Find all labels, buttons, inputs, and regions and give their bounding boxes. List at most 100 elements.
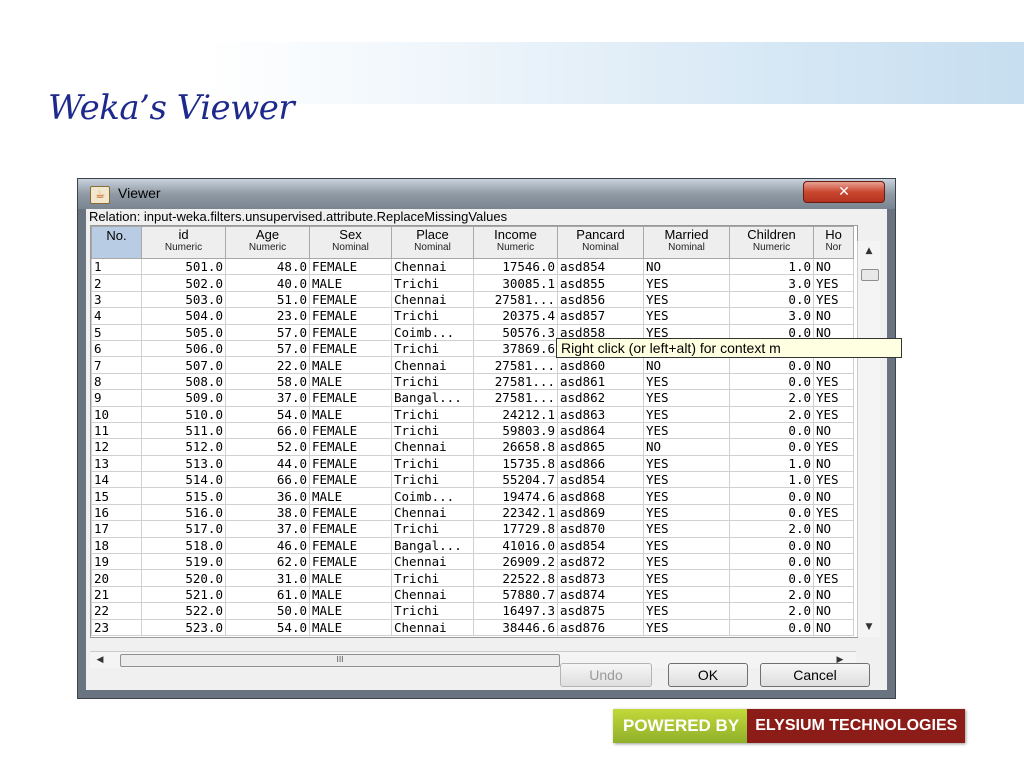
table-cell[interactable]: Trichi — [391, 274, 474, 292]
table-cell[interactable]: 22.0 — [225, 356, 310, 374]
table-cell[interactable]: asd870 — [557, 520, 644, 538]
table-cell[interactable]: FEMALE — [309, 421, 392, 440]
table-cell[interactable]: NO — [813, 520, 854, 538]
table-cell[interactable]: 27581... — [473, 372, 558, 391]
table-cell[interactable]: 513.0 — [141, 454, 226, 473]
table-row[interactable]: 4 504.0 23.0 FEMALE Trichi 20375.4 asd857 YES 3.… — [91, 307, 854, 325]
table-cell[interactable]: 0.0 — [729, 503, 814, 522]
table-cell[interactable]: 13 — [91, 454, 142, 473]
table-cell[interactable]: YES — [813, 471, 854, 489]
table-cell[interactable]: 503.0 — [141, 290, 226, 309]
table-cell[interactable]: 44.0 — [225, 454, 310, 473]
table-row[interactable]: 1 501.0 48.0 FEMALE Chennai 17546.0 asd854 NO 1.… — [91, 257, 854, 276]
table-cell[interactable]: YES — [643, 405, 730, 423]
table-cell[interactable]: 3 — [91, 290, 142, 309]
table-cell[interactable]: 57880.7 — [473, 585, 558, 604]
table-cell[interactable]: 0.0 — [729, 569, 814, 587]
table-cell[interactable]: 0.0 — [729, 356, 814, 374]
table-row[interactable]: 13 513.0 44.0 FEMALE Trichi 15735.8 asd866 YES 1… — [91, 454, 854, 473]
column-header[interactable]: Sex Nominal — [309, 226, 392, 259]
table-cell[interactable]: MALE — [309, 585, 392, 604]
table-cell[interactable]: 20 — [91, 569, 142, 587]
table-row[interactable]: 9 509.0 37.0 FEMALE Bangal... 27581... asd862 Y… — [91, 389, 854, 407]
table-cell[interactable]: Trichi — [391, 602, 474, 620]
table-row[interactable]: 14 514.0 66.0 FEMALE Trichi 55204.7 asd854 YES 1… — [91, 471, 854, 489]
table-cell[interactable]: FEMALE — [309, 553, 392, 571]
table-cell[interactable]: 36.0 — [225, 487, 310, 505]
table-row[interactable]: 11 511.0 66.0 FEMALE Trichi 59803.9 asd864 YES 0… — [91, 421, 854, 440]
vertical-scrollbar[interactable]: ▲ ▼ — [857, 241, 880, 637]
table-cell[interactable]: 55204.7 — [473, 471, 558, 489]
table-cell[interactable]: MALE — [309, 569, 392, 587]
table-cell[interactable]: 3.0 — [729, 274, 814, 292]
table-cell[interactable]: 46.0 — [225, 536, 310, 555]
table-cell[interactable]: YES — [813, 569, 854, 587]
table-cell[interactable]: FEMALE — [309, 290, 392, 309]
table-cell[interactable]: Bangal... — [391, 389, 474, 407]
table-cell[interactable]: YES — [643, 421, 730, 440]
table-cell[interactable]: YES — [813, 389, 854, 407]
table-cell[interactable]: FEMALE — [309, 323, 392, 341]
table-row[interactable]: 8 508.0 58.0 MALE Trichi 27581... asd861 YES 0.0… — [91, 372, 854, 391]
table-cell[interactable]: asd861 — [557, 372, 644, 391]
column-header[interactable]: No. — [91, 226, 142, 259]
table-cell[interactable]: 512.0 — [141, 438, 226, 456]
table-cell[interactable]: NO — [813, 454, 854, 473]
table-cell[interactable]: 23.0 — [225, 307, 310, 325]
table-cell[interactable]: 57.0 — [225, 339, 310, 358]
table-cell[interactable]: 507.0 — [141, 356, 226, 374]
table-cell[interactable]: FEMALE — [309, 454, 392, 473]
table-cell[interactable]: 7 — [91, 356, 142, 374]
table-cell[interactable]: 41016.0 — [473, 536, 558, 555]
table-cell[interactable]: 14 — [91, 471, 142, 489]
table-cell[interactable]: 54.0 — [225, 618, 310, 636]
table-row[interactable]: 12 512.0 52.0 FEMALE Chennai 26658.8 asd865 NO 0… — [91, 438, 854, 456]
table-cell[interactable]: 0.0 — [729, 290, 814, 309]
table-cell[interactable]: asd856 — [557, 290, 644, 309]
table-cell[interactable]: 2.0 — [729, 520, 814, 538]
table-cell[interactable]: MALE — [309, 372, 392, 391]
table-cell[interactable]: 22342.1 — [473, 503, 558, 522]
table-cell[interactable]: 38.0 — [225, 503, 310, 522]
table-cell[interactable]: YES — [813, 405, 854, 423]
table-cell[interactable]: Trichi — [391, 520, 474, 538]
table-cell[interactable]: 26909.2 — [473, 553, 558, 571]
table-row[interactable]: 18 518.0 46.0 FEMALE Bangal... 41016.0 asd854 Y… — [91, 536, 854, 555]
table-cell[interactable]: 16497.3 — [473, 602, 558, 620]
table-cell[interactable]: NO — [643, 257, 730, 276]
table-cell[interactable]: MALE — [309, 405, 392, 423]
table-cell[interactable]: 61.0 — [225, 585, 310, 604]
table-cell[interactable]: 21 — [91, 585, 142, 604]
table-row[interactable]: 16 516.0 38.0 FEMALE Chennai 22342.1 asd869 YES… — [91, 503, 854, 522]
table-cell[interactable]: 0.0 — [729, 438, 814, 456]
table-row[interactable]: 19 519.0 62.0 FEMALE Chennai 26909.2 asd872 YES… — [91, 553, 854, 571]
table-cell[interactable]: 37.0 — [225, 520, 310, 538]
table-cell[interactable]: YES — [643, 585, 730, 604]
table-cell[interactable]: 66.0 — [225, 471, 310, 489]
table-cell[interactable]: FEMALE — [309, 389, 392, 407]
table-cell[interactable]: 27581... — [473, 290, 558, 309]
table-cell[interactable]: YES — [643, 454, 730, 473]
table-cell[interactable]: Chennai — [391, 553, 474, 571]
table-cell[interactable]: 509.0 — [141, 389, 226, 407]
table-cell[interactable]: FEMALE — [309, 438, 392, 456]
column-header[interactable]: Pancard Nominal — [557, 226, 644, 259]
table-cell[interactable]: asd866 — [557, 454, 644, 473]
table-cell[interactable]: NO — [813, 553, 854, 571]
table-cell[interactable]: 8 — [91, 372, 142, 391]
table-cell[interactable]: YES — [813, 274, 854, 292]
cancel-button[interactable]: Cancel — [760, 663, 870, 687]
table-cell[interactable]: YES — [643, 520, 730, 538]
table-cell[interactable]: 0.0 — [729, 421, 814, 440]
table-cell[interactable]: 514.0 — [141, 471, 226, 489]
table-cell[interactable]: 11 — [91, 421, 142, 440]
table-cell[interactable]: 520.0 — [141, 569, 226, 587]
table-cell[interactable]: 52.0 — [225, 438, 310, 456]
table-cell[interactable]: 2 — [91, 274, 142, 292]
table-row[interactable]: 22 522.0 50.0 MALE Trichi 16497.3 asd875 YES 2.0… — [91, 602, 854, 620]
vertical-scroll-thumb[interactable] — [861, 269, 879, 281]
table-cell[interactable]: 521.0 — [141, 585, 226, 604]
table-cell[interactable]: 50.0 — [225, 602, 310, 620]
table-cell[interactable]: MALE — [309, 618, 392, 636]
table-cell[interactable]: 30085.1 — [473, 274, 558, 292]
